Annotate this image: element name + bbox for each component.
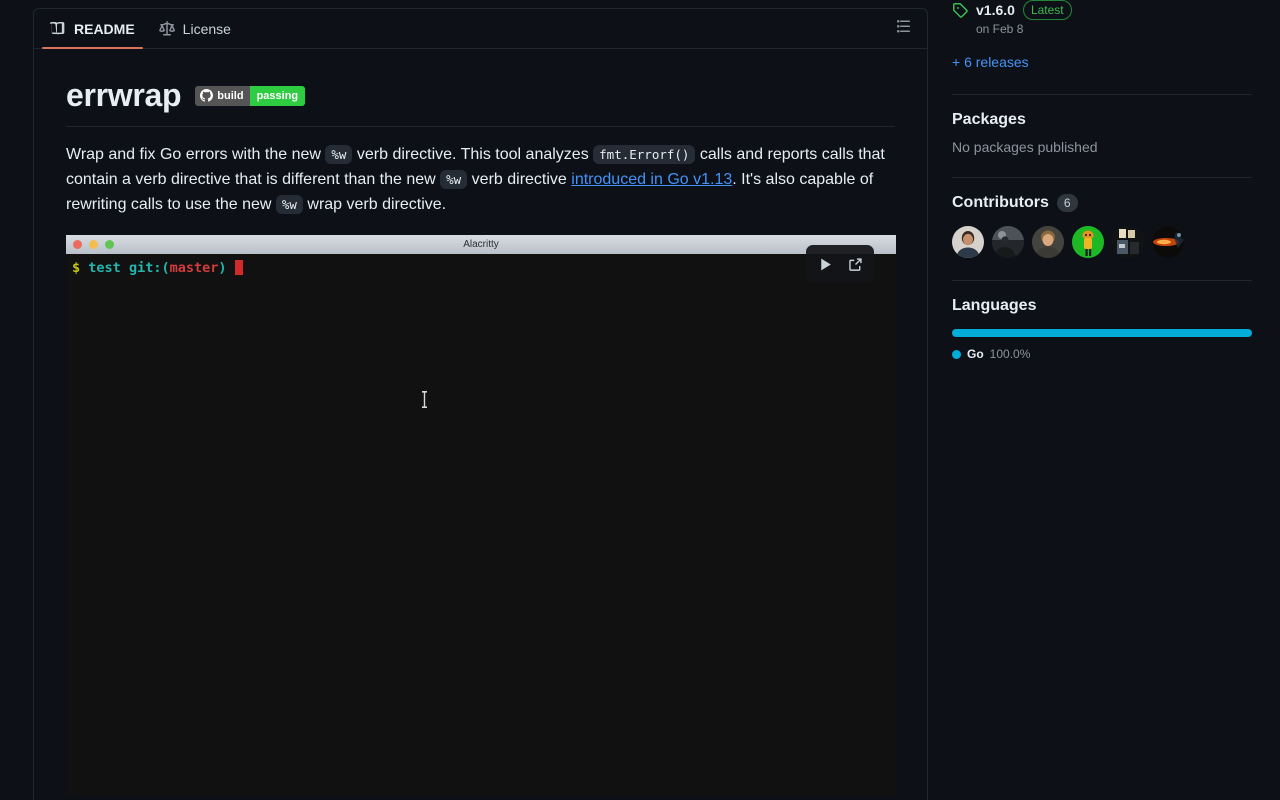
fullscreen-button[interactable]: [840, 249, 870, 279]
contributor-avatar-1[interactable]: [952, 226, 984, 258]
repo-description: Wrap and fix Go errors with the new %w v…: [66, 143, 895, 217]
tag-icon: [952, 2, 968, 23]
language-color-dot-go: [952, 349, 961, 359]
terminal-cursor: [234, 260, 243, 276]
packages-section: Packages No packages published: [952, 111, 1252, 161]
prompt-open-paren: (: [161, 260, 170, 277]
terminal-cast-player[interactable]: Alacritty $ test git:(master): [66, 235, 896, 796]
divider-packages: [952, 94, 1252, 95]
inline-code-verb-w-1: %w: [325, 145, 353, 164]
contributors-heading-row: Contributors 6: [952, 194, 1252, 212]
page-title: errwrap: [66, 77, 182, 113]
contributor-avatar-2[interactable]: [992, 226, 1024, 258]
contributors-heading: Contributors: [952, 194, 1049, 211]
build-status-badge[interactable]: build passing: [195, 85, 306, 106]
tab-readme[interactable]: README: [42, 9, 143, 49]
languages-heading: Languages: [952, 297, 1037, 314]
readme-panel: README License errwrap build passing Wra…: [33, 8, 928, 800]
contributor-avatar-6[interactable]: [1152, 226, 1184, 258]
divider-languages: [952, 280, 1252, 281]
desc-part-4: verb directive: [467, 170, 572, 188]
contributor-avatar-4[interactable]: [1072, 226, 1104, 258]
badge-passing-label: passing: [249, 85, 306, 106]
repo-title-row: errwrap build passing: [66, 77, 895, 127]
badge-build-label: build: [217, 89, 244, 102]
prompt-branch: master: [169, 260, 219, 277]
language-bar: [952, 329, 1252, 337]
readme-content: errwrap build passing Wrap and fix Go er…: [34, 49, 927, 796]
latest-release-row[interactable]: v1.6.0 Latest on Feb 8: [952, 0, 1252, 36]
contributor-avatar-list: [952, 226, 1252, 258]
latest-badge: Latest: [1022, 0, 1072, 20]
inline-code-errorf: fmt.Errorf(): [593, 145, 696, 164]
go-v113-link[interactable]: introduced in Go v1.13: [571, 171, 732, 188]
tab-readme-label: README: [74, 20, 135, 37]
prompt-dir: test: [88, 260, 121, 277]
github-mark-icon: [200, 89, 214, 102]
tab-license[interactable]: License: [151, 9, 239, 48]
releases-section: v1.6.0 Latest on Feb 8 + 6 releases: [952, 0, 1252, 78]
prompt-close-paren: ): [218, 260, 227, 277]
desc-part-1: Wrap and fix Go errors with the new: [66, 146, 326, 163]
inline-code-verb-w-2: %w: [440, 169, 468, 189]
terminal-window-title: Alacritty: [463, 239, 499, 251]
divider-contributors: [952, 177, 1252, 178]
terminal-controls: [806, 245, 874, 284]
outline-list-button[interactable]: [891, 17, 915, 41]
contributor-avatar-5[interactable]: [1112, 226, 1144, 258]
inline-code-verb-w-3: %w: [275, 194, 303, 214]
contributor-avatar-3[interactable]: [1032, 226, 1064, 258]
readme-tabbar: README License: [34, 9, 927, 49]
language-name-go[interactable]: Go: [967, 347, 984, 361]
contributors-section: Contributors 6: [952, 194, 1252, 264]
contributors-count: 6: [1056, 194, 1078, 212]
list-unordered-icon: [895, 18, 911, 39]
language-legend: Go 100.0%: [952, 347, 1252, 361]
play-button[interactable]: [810, 249, 840, 279]
desc-part-6: wrap verb directive.: [302, 195, 447, 213]
release-version: v1.6.0: [976, 2, 1015, 18]
terminal-screen: $ test git:(master): [66, 254, 896, 276]
language-percent-go: 100.0%: [989, 347, 1031, 361]
language-bar-segment-go[interactable]: [952, 329, 1252, 337]
badge-left-section: build: [195, 85, 250, 106]
packages-heading: Packages: [952, 111, 1026, 128]
release-date: on Feb 8: [976, 22, 1024, 36]
packages-empty-text: No packages published: [952, 139, 1098, 155]
repo-sidebar: v1.6.0 Latest on Feb 8 + 6 releases Pack…: [952, 0, 1252, 367]
desc-part-2: verb directive. This tool analyzes: [352, 146, 594, 163]
terminal-titlebar: Alacritty: [66, 235, 896, 255]
prompt-git-prefix: git:: [128, 260, 162, 277]
languages-section: Languages Go 100.0%: [952, 297, 1252, 367]
mouse-text-cursor: [419, 391, 430, 409]
prompt-symbol: $: [72, 260, 81, 277]
more-releases-link[interactable]: + 6 releases: [952, 54, 1029, 70]
tab-license-label: License: [182, 20, 231, 37]
book-icon: [49, 21, 66, 37]
law-scale-icon: [158, 20, 175, 37]
